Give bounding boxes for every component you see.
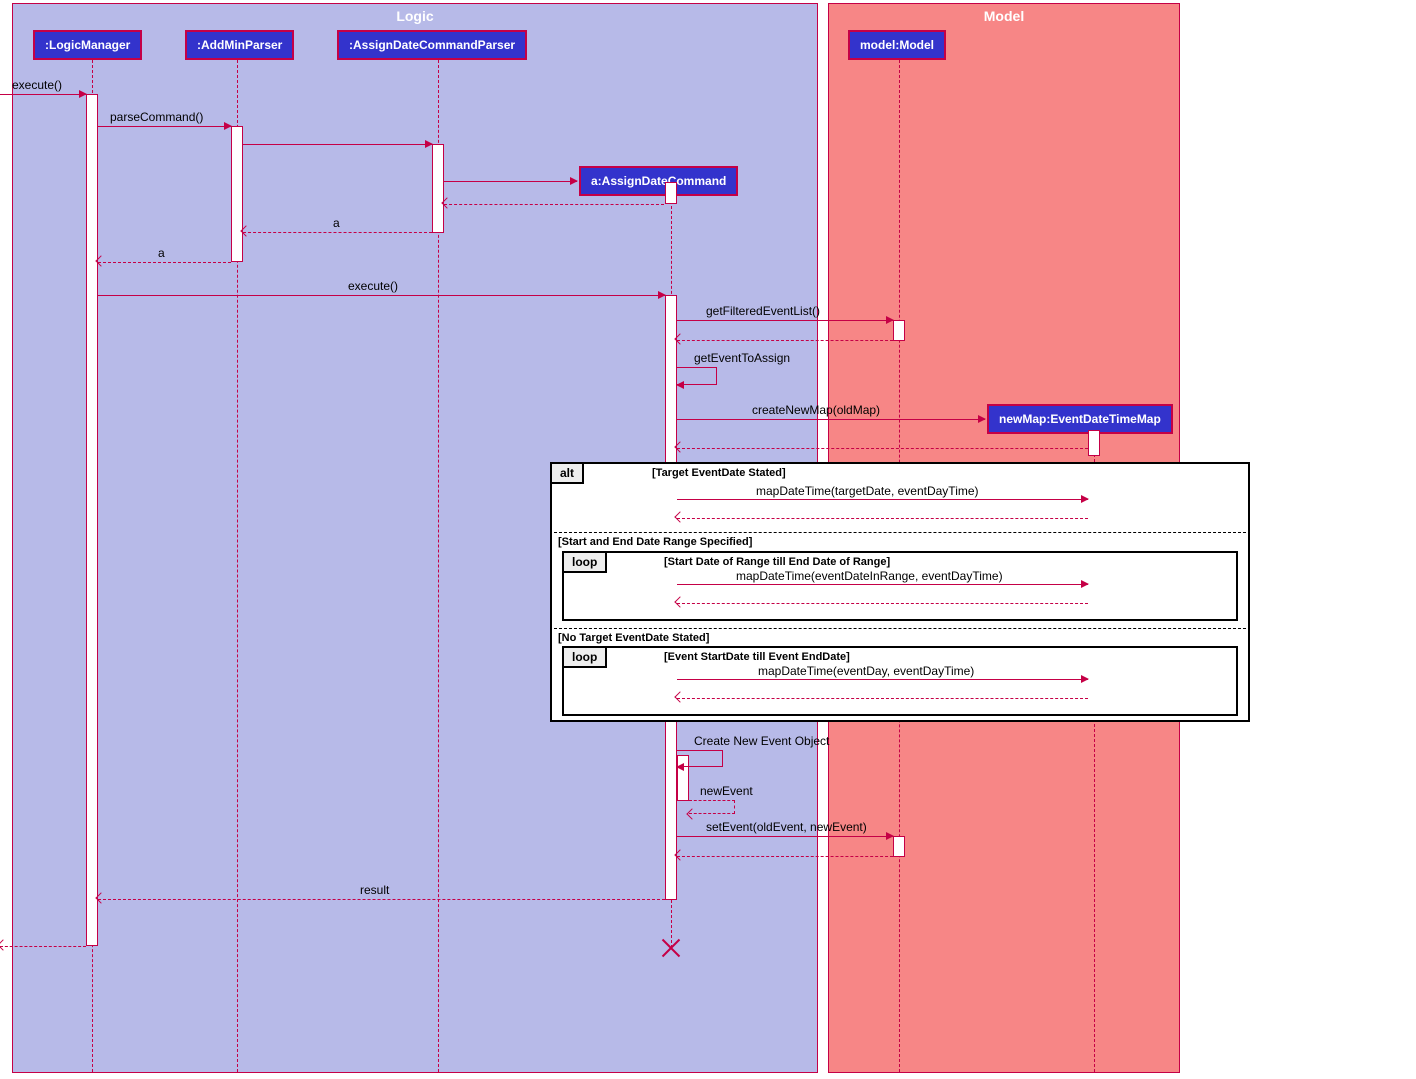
msg-return-a1: a: [333, 216, 340, 230]
arrow-return-a2: [98, 262, 231, 263]
arrow-return-to-parser: [444, 204, 664, 205]
arrow-to-parser: [243, 144, 432, 145]
arrow-getfiltered: [677, 320, 893, 321]
arrow-mapdatetime1-ret: [677, 518, 1088, 519]
frag-alt-div2: [554, 628, 1246, 629]
activation-assigndatecommand-create: [665, 182, 677, 204]
msg-createnewmap: createNewMap(oldMap): [752, 403, 880, 417]
msg-return-a2: a: [158, 246, 165, 260]
arrow-getfiltered-ret: [677, 340, 893, 341]
arrow-out-return: [0, 946, 86, 947]
msg-geteventtoassign: getEventToAssign: [694, 351, 790, 365]
activation-addminparser: [231, 126, 243, 262]
arrow-execute-in: [0, 94, 86, 95]
arrow-setevent-ret: [677, 856, 893, 857]
activation-assigndatecommandparser: [432, 144, 444, 233]
activation-newmap-create: [1088, 430, 1100, 456]
msg-parsecommand: parseCommand(): [110, 110, 203, 124]
arrow-create-command: [444, 181, 577, 182]
activation-logicmanager: [86, 94, 98, 946]
fragment-loop2: loop [Event StartDate till Event EndDate…: [562, 646, 1238, 716]
frag-alt-div1: [554, 532, 1246, 533]
frag-alt-cond2: [Start and End Date Range Specified]: [558, 536, 752, 548]
lifeline-head-logicmanager: :LogicManager: [33, 30, 142, 60]
activation-model-2: [893, 836, 905, 857]
msg-getfiltered: getFilteredEventList(): [706, 304, 820, 318]
frag-loop2-label: loop: [564, 648, 607, 668]
lifeline-head-newmap: newMap:EventDateTimeMap: [987, 404, 1173, 434]
frag-alt-label: alt: [552, 464, 584, 484]
fragment-loop1: loop [Start Date of Range till End Date …: [562, 551, 1238, 621]
frag-alt-cond3: [No Target EventDate Stated]: [558, 632, 709, 644]
msg-execute2: execute(): [348, 279, 398, 293]
msg-result: result: [360, 883, 389, 897]
frag-loop1-label: loop: [564, 553, 607, 573]
self-newevent-ret: [689, 800, 735, 814]
arrow-result: [98, 899, 665, 900]
frag-loop1-cond: [Start Date of Range till End Date of Ra…: [664, 556, 890, 568]
destroy-assigndatecommand: [661, 938, 681, 958]
lifeline-head-addminparser: :AddMinParser: [185, 30, 294, 60]
arrow-execute2: [98, 295, 665, 296]
frame-logic-title: Logic: [396, 8, 433, 24]
arrow-return-a1: [243, 232, 432, 233]
msg-createnewevent: Create New Event Object: [694, 734, 829, 748]
activation-model-1: [893, 320, 905, 341]
msg-mapdatetime2: mapDateTime(eventDateInRange, eventDayTi…: [736, 569, 1003, 583]
msg-mapdatetime3: mapDateTime(eventDay, eventDayTime): [758, 664, 974, 678]
arrow-setevent: [677, 836, 893, 837]
msg-newevent: newEvent: [700, 784, 753, 798]
arrow-mapdatetime3-ret: [677, 698, 1088, 699]
arrow-mapdatetime2: [677, 584, 1088, 585]
lifeline-head-assigndatecommandparser: :AssignDateCommandParser: [337, 30, 527, 60]
arrow-mapdatetime3: [677, 679, 1088, 680]
self-createnewevent: [677, 750, 723, 767]
frame-model-title: Model: [984, 8, 1024, 24]
msg-mapdatetime1: mapDateTime(targetDate, eventDayTime): [756, 484, 979, 498]
arrow-createnewmap-ret: [677, 448, 1088, 449]
lifeline-head-assigndatecommand: a:AssignDateCommand: [579, 166, 738, 196]
msg-setevent: setEvent(oldEvent, newEvent): [706, 820, 867, 834]
frag-loop2-cond: [Event StartDate till Event EndDate]: [664, 651, 850, 663]
arrow-mapdatetime2-ret: [677, 603, 1088, 604]
arrow-parsecommand: [98, 126, 231, 127]
lifeline-head-model: model:Model: [848, 30, 946, 60]
sequence-diagram: Logic Model :LogicManager :AddMinParser …: [0, 0, 1416, 1079]
arrow-mapdatetime1: [677, 499, 1088, 500]
frag-alt-cond1: [Target EventDate Stated]: [652, 467, 786, 479]
self-geteventtoassign: [677, 367, 717, 385]
msg-execute-in: execute(): [12, 78, 62, 92]
arrow-createnewmap: [677, 419, 985, 420]
